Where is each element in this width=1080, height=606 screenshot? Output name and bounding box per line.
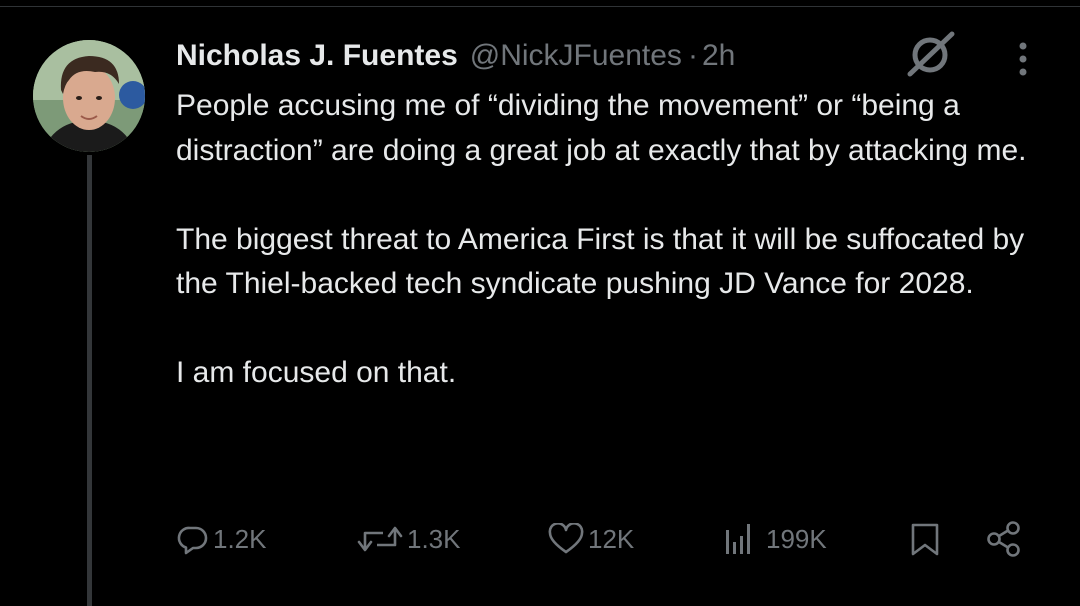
top-divider <box>0 0 1080 7</box>
action-bar: 1.2K 1.3K 12K 199K <box>0 515 1080 563</box>
repost-count: 1.3K <box>407 523 461 554</box>
repost-button[interactable]: 1.3K <box>357 515 461 563</box>
post-paragraph: I am focused on that. <box>176 356 457 389</box>
post-text: People accusing me of “dividing the move… <box>176 84 1066 396</box>
reply-count: 1.2K <box>213 523 267 554</box>
avatar-photo-icon <box>33 40 145 152</box>
share-icon <box>987 521 1020 557</box>
views-button[interactable]: 199K <box>722 515 827 563</box>
separator-dot: · <box>687 39 698 72</box>
bookmark-button[interactable] <box>907 515 943 563</box>
more-vertical-icon[interactable] <box>1008 38 1038 80</box>
reply-button[interactable]: 1.2K <box>177 515 267 563</box>
post-timestamp[interactable]: 2h <box>702 36 735 76</box>
like-count: 12K <box>588 523 635 554</box>
avatar[interactable] <box>33 40 145 152</box>
author-handle[interactable]: @NickJFuentes <box>470 36 682 76</box>
view-count: 199K <box>766 523 827 554</box>
post-paragraph: People accusing me of “dividing the move… <box>176 89 1027 167</box>
repost-icon <box>357 526 403 552</box>
author-display-name[interactable]: Nicholas J. Fuentes <box>176 36 458 76</box>
post-header: Nicholas J. Fuentes @NickJFuentes · 2h <box>176 36 735 76</box>
like-button[interactable]: 12K <box>548 515 634 563</box>
bookmark-icon <box>911 523 939 556</box>
share-button[interactable] <box>984 515 1024 563</box>
reply-icon <box>177 526 208 555</box>
grok-icon[interactable] <box>904 30 958 78</box>
heart-icon <box>548 523 584 554</box>
post-paragraph: The biggest threat to America First is t… <box>176 222 1025 301</box>
views-bar-chart-icon <box>726 524 750 554</box>
